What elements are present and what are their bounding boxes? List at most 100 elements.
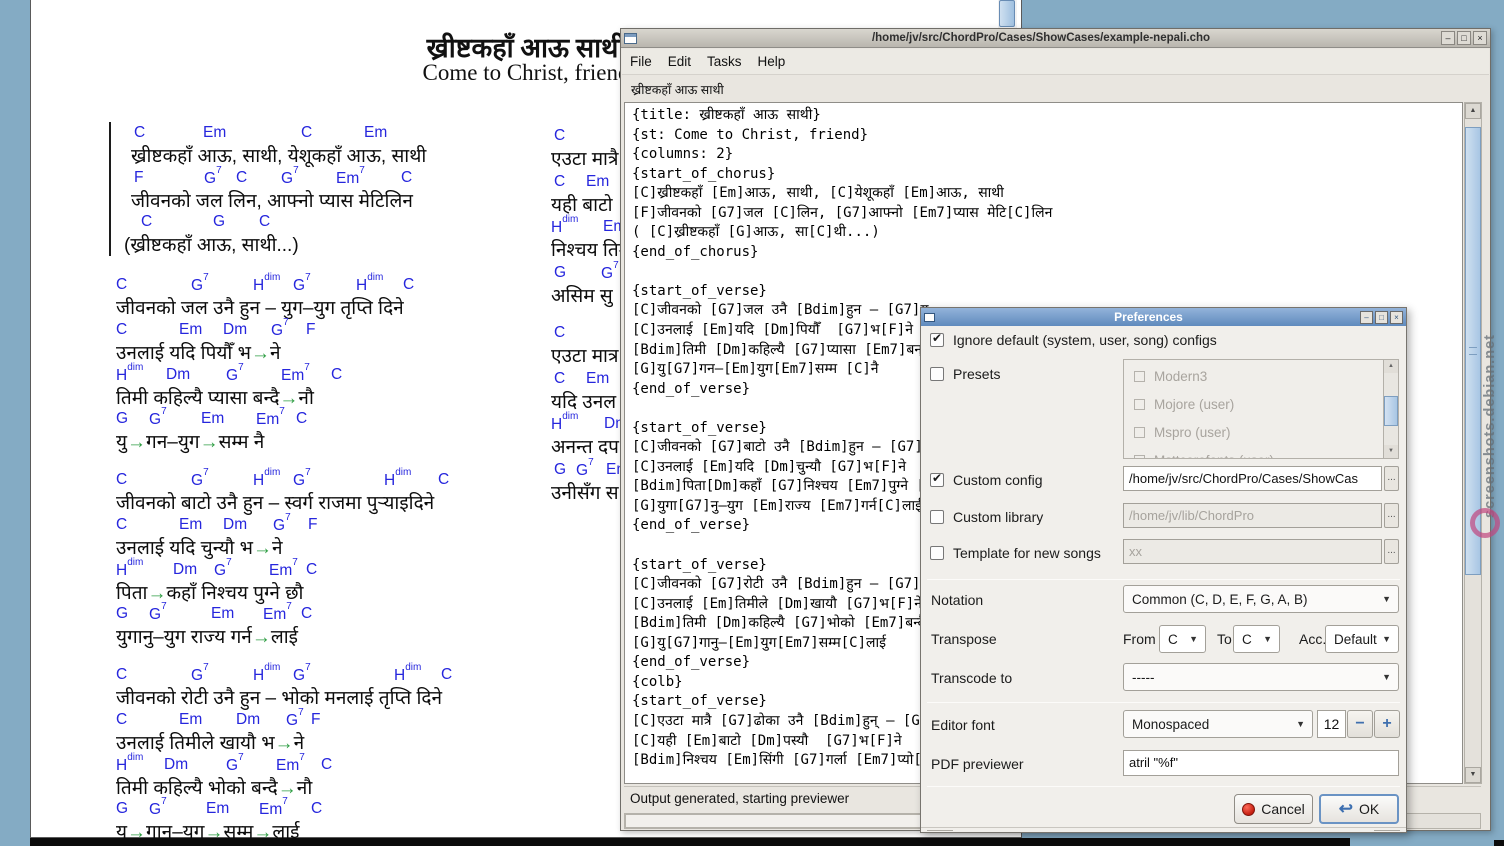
chord: Hdim	[253, 666, 280, 685]
dropdown-arrow-icon: ▼	[1296, 719, 1305, 729]
editor-title: /home/jv/src/ChordPro/Cases/ShowCases/ex…	[641, 32, 1441, 44]
scroll-up-icon[interactable]: ▲	[1384, 360, 1398, 373]
chord: C	[331, 366, 342, 384]
tab-song[interactable]: ख्रीष्टकहाँ आऊ साथी	[631, 81, 724, 98]
chord: Dm	[173, 561, 197, 579]
transpose-to-value: C	[1242, 632, 1252, 647]
minimize-icon[interactable]: –	[1441, 31, 1455, 45]
preset-list-item[interactable]: Mspro (user)	[1124, 418, 1398, 446]
preset-checkbox[interactable]	[1134, 455, 1145, 460]
transpose-to-select[interactable]: C ▼	[1233, 625, 1280, 653]
dropdown-arrow-icon: ▼	[1382, 672, 1391, 682]
scroll-down-icon[interactable]: ▼	[1384, 445, 1398, 458]
transpose-acc-select[interactable]: Default ▼	[1325, 625, 1399, 653]
chord: C	[403, 276, 414, 294]
dropdown-arrow-icon: ▼	[1382, 594, 1391, 604]
font-size-field[interactable]: 12	[1317, 710, 1346, 738]
editor-font-select[interactable]: Monospaced ▼	[1123, 710, 1313, 738]
font-size-increase-button[interactable]: +	[1374, 710, 1400, 738]
editor-font-value: Monospaced	[1132, 717, 1209, 732]
chord: Hdim	[253, 471, 280, 490]
chord-lyric-line: CEmDmG7Fउनलाई यदि चुन्यौ भ→ने	[116, 516, 556, 560]
desktop: ख्रीष्टकहाँ आऊ साथी Come to Christ, frie…	[0, 0, 1504, 846]
template-input[interactable]: xx	[1123, 539, 1382, 564]
custom-config-checkbox[interactable]: ✔	[930, 473, 944, 487]
preset-checkbox[interactable]	[1134, 371, 1145, 382]
presets-listbox[interactable]: Modern3 Mojore (user) Mspro (user)Msttcore…	[1123, 359, 1399, 459]
lyric: उनीसँग स	[551, 479, 619, 505]
window-buttons: – □ ×	[1441, 31, 1487, 45]
chord: Dm	[164, 756, 188, 774]
menu-tasks[interactable]: Tasks	[707, 50, 750, 73]
font-size-decrease-button[interactable]: −	[1347, 710, 1373, 738]
custom-config-browse-button[interactable]: ...	[1384, 466, 1399, 491]
transpose-from-value: C	[1168, 632, 1178, 647]
pref-row-ignore-default: ✔ Ignore default (system, user, song) co…	[930, 332, 1217, 348]
watermark: screenshots.debian.net	[1482, 308, 1498, 518]
custom-library-input[interactable]: /home/jv/lib/ChordPro	[1123, 503, 1382, 528]
minimize-icon[interactable]: –	[1360, 311, 1373, 324]
preset-list-item[interactable]: Msttcorefonts (user)	[1124, 446, 1398, 459]
chord: Em7	[336, 169, 365, 188]
presets-scrollbar[interactable]: ▲ ▼	[1383, 360, 1398, 458]
cancel-label: Cancel	[1261, 801, 1305, 817]
menu-help[interactable]: Help	[758, 50, 794, 73]
menu-file[interactable]: File	[630, 50, 660, 73]
editor-line: [C]ख्रीष्टकहाँ [Em]आऊ, साथी, [C]येशूकहाँ…	[632, 184, 1462, 204]
custom-library-checkbox[interactable]: ✔	[930, 510, 944, 524]
cancel-button[interactable]: Cancel	[1234, 794, 1313, 824]
ignore-default-checkbox[interactable]: ✔	[930, 333, 944, 347]
transpose-from-select[interactable]: C ▼	[1159, 625, 1206, 653]
lyric: उनलाई यदि चुन्यौ भ→ने	[116, 534, 282, 560]
lyric: जीवनको जल उनै हुन – युग–युग तृप्ति दिने	[116, 294, 404, 320]
menu-bar: File Edit Tasks Help	[622, 49, 1489, 75]
presets-scrollbar-thumb[interactable]	[1384, 396, 1398, 426]
custom-library-browse-button[interactable]: ...	[1384, 503, 1399, 528]
ok-button[interactable]: ↩ OK	[1319, 794, 1399, 824]
scroll-down-icon[interactable]: ▼	[1465, 767, 1481, 783]
template-checkbox[interactable]: ✔	[930, 546, 944, 560]
close-icon[interactable]: ×	[1473, 31, 1487, 45]
menu-edit[interactable]: Edit	[668, 50, 699, 73]
preset-checkbox[interactable]	[1134, 427, 1145, 438]
chord: G	[554, 461, 566, 479]
preferences-titlebar[interactable]: Preferences – □ ×	[921, 308, 1406, 326]
chord: F	[308, 516, 317, 534]
close-icon[interactable]: ×	[1390, 311, 1403, 324]
transcode-select[interactable]: ----- ▼	[1123, 663, 1399, 691]
chord: C	[311, 800, 322, 818]
preset-label: Mojore (user)	[1154, 397, 1234, 412]
ok-icon: ↩	[1339, 800, 1353, 817]
pdf-previewer-input[interactable]: atril "%f"	[1123, 750, 1399, 776]
pdf-previewer-label: PDF previewer	[931, 756, 1024, 772]
transpose-label: Transpose	[931, 631, 997, 647]
chord: G7	[191, 471, 209, 490]
scroll-up-icon[interactable]: ▲	[1465, 103, 1481, 119]
chord: G	[116, 410, 128, 428]
preset-label: Modern3	[1154, 369, 1207, 384]
preview-scrollbar-thumb[interactable]	[999, 0, 1015, 27]
maximize-icon[interactable]: □	[1457, 31, 1471, 45]
notation-select[interactable]: Common (C, D, E, F, G, A, B) ▼	[1123, 585, 1399, 613]
watermark-logo-icon	[1470, 508, 1500, 538]
dialog-resize-grip[interactable]	[921, 827, 1406, 833]
chord: F	[306, 321, 315, 339]
preview-left-column: CEmCEmख्रीष्टकहाँ आऊ, साथी, येशूकहाँ आऊ,…	[116, 0, 556, 838]
dialog-title: Preferences	[939, 310, 1358, 324]
preset-list-item[interactable]: Mojore (user)	[1124, 390, 1398, 418]
template-browse-button[interactable]: ...	[1384, 539, 1399, 564]
chord-lyric-line: CG7HdimG7HdimCजीवनको रोटी उनै हुन – भोको…	[116, 666, 556, 710]
editor-vscrollbar[interactable]: ▲ ▼	[1464, 102, 1482, 784]
preset-checkbox[interactable]	[1134, 399, 1145, 410]
dialog-icon	[924, 313, 935, 322]
pref-row-custom-library: ✔ Custom library	[930, 509, 1043, 525]
preset-list-item[interactable]: Modern3	[1124, 362, 1398, 390]
chord: Em	[203, 124, 226, 142]
custom-config-input[interactable]: /home/jv/src/ChordPro/Cases/ShowCas	[1123, 466, 1382, 491]
editor-vscrollbar-thumb[interactable]	[1465, 127, 1481, 575]
presets-checkbox[interactable]: ✔	[930, 367, 944, 381]
maximize-icon[interactable]: □	[1375, 311, 1388, 324]
editor-titlebar[interactable]: /home/jv/src/ChordPro/Cases/ShowCases/ex…	[621, 29, 1490, 48]
chord: C	[554, 324, 565, 342]
chord: Em	[179, 516, 202, 534]
